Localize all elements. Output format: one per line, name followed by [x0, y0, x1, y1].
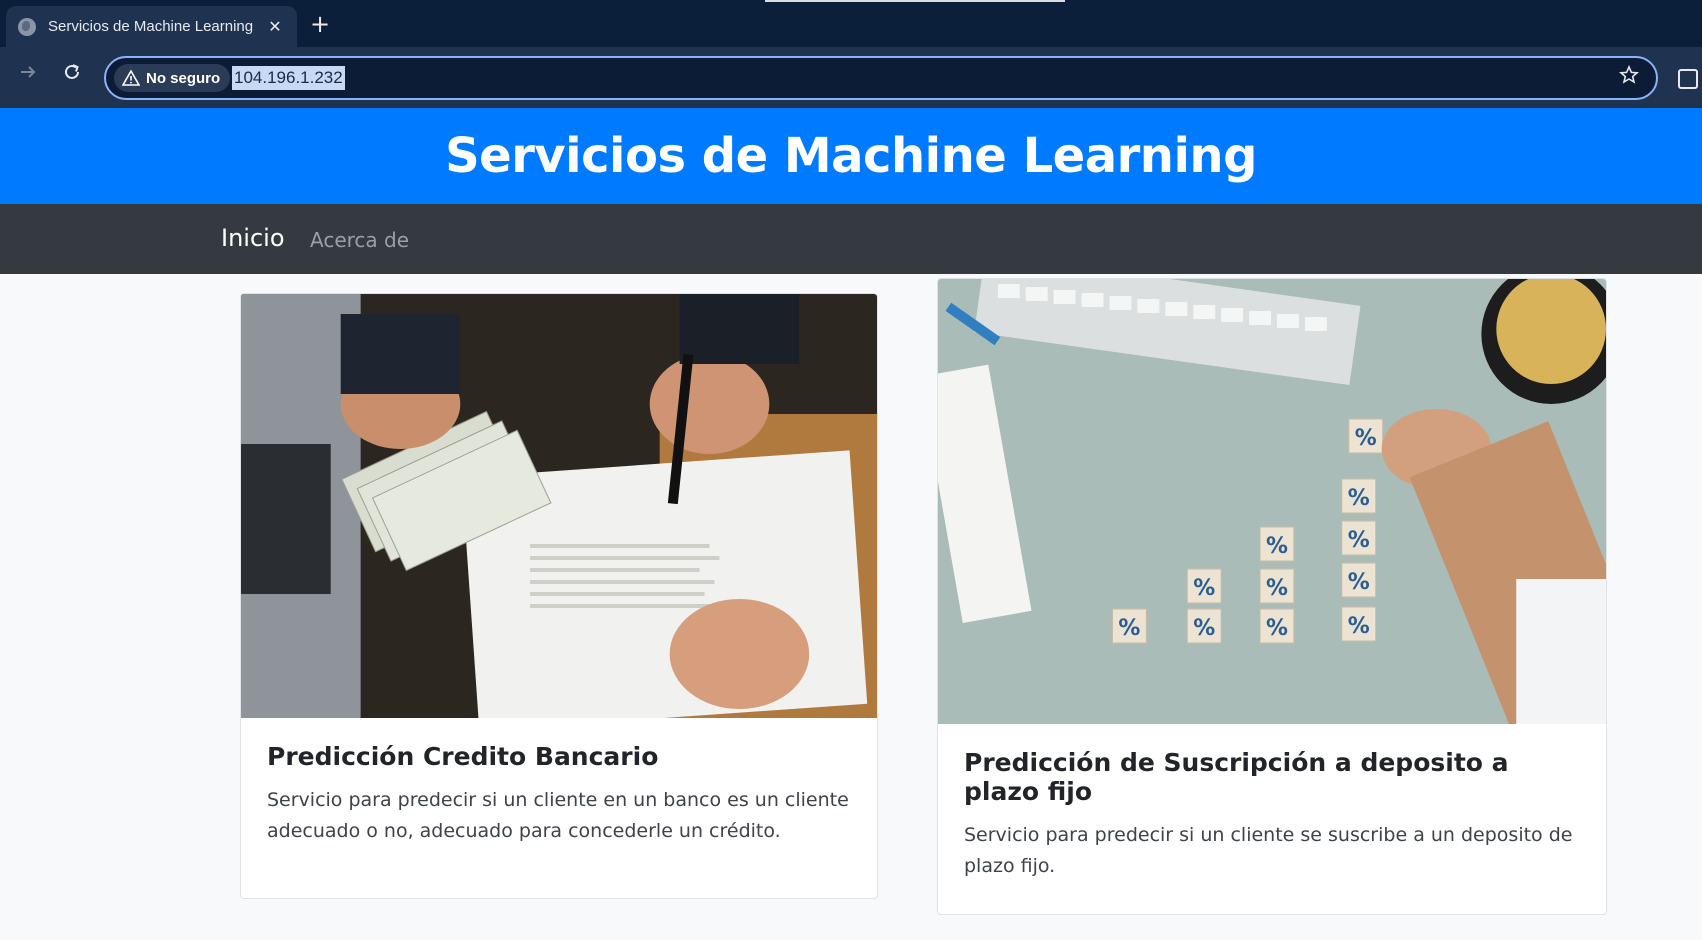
svg-text:%: %: [1118, 616, 1140, 641]
security-chip[interactable]: No seguro: [114, 64, 231, 92]
new-tab-button[interactable]: +: [308, 10, 332, 38]
card-body: Predicción de Suscripción a deposito a p…: [938, 724, 1606, 906]
address-bar[interactable]: No seguro 104.196.1.232: [104, 56, 1658, 100]
browser-tabstrip: Servicios de Machine Learning ✕ +: [0, 0, 1702, 47]
svg-text:%: %: [1348, 614, 1370, 639]
card-text: Servicio para predecir si un cliente en …: [267, 789, 849, 842]
tabstrip-highlight: [765, 0, 1065, 2]
svg-text:%: %: [1266, 534, 1288, 559]
service-card-deposito[interactable]: % %% %%% %%%% % Predicción de Suscripció…: [937, 278, 1607, 915]
browser-toolbar: No seguro 104.196.1.232: [0, 47, 1702, 108]
svg-text:%: %: [1348, 486, 1370, 511]
site-navbar: Inicio Acerca de: [0, 204, 1702, 274]
svg-text:%: %: [1193, 616, 1215, 641]
tab-title: Servicios de Machine Learning: [48, 18, 254, 35]
card-title: Predicción Credito Bancario: [267, 742, 659, 771]
close-tab-button[interactable]: ✕: [265, 17, 285, 36]
globe-icon: [18, 17, 36, 36]
forward-arrow-icon[interactable]: [14, 61, 42, 89]
svg-text:%: %: [1266, 576, 1288, 601]
url-text[interactable]: 104.196.1.232: [232, 66, 345, 90]
svg-text:%: %: [1355, 426, 1377, 451]
card-title: Predicción de Suscripción a deposito a p…: [964, 748, 1509, 806]
deposit-photo-image: % %% %%% %%%% %: [938, 279, 1606, 724]
nav-item-acerca-de[interactable]: Acerca de: [310, 228, 409, 252]
extensions-icon[interactable]: [1678, 69, 1698, 89]
nav-item-inicio[interactable]: Inicio: [221, 224, 285, 252]
browser-tab[interactable]: Servicios de Machine Learning ✕: [6, 6, 297, 47]
svg-text:%: %: [1266, 616, 1288, 641]
card-body: Predicción Credito Bancario Servicio par…: [241, 718, 877, 871]
star-icon[interactable]: [1616, 65, 1642, 91]
credit-photo-image: [241, 294, 877, 718]
page-header: Servicios de Machine Learning: [0, 108, 1702, 204]
svg-text:%: %: [1193, 576, 1215, 601]
card-text: Servicio para predecir si un cliente se …: [964, 824, 1573, 877]
svg-text:%: %: [1348, 570, 1370, 595]
warning-icon: [122, 70, 140, 86]
page-title: Servicios de Machine Learning: [445, 128, 1257, 184]
service-card-credito[interactable]: Predicción Credito Bancario Servicio par…: [240, 293, 878, 899]
security-chip-label: No seguro: [146, 69, 221, 87]
reload-icon[interactable]: [58, 61, 86, 89]
svg-text:%: %: [1348, 528, 1370, 553]
